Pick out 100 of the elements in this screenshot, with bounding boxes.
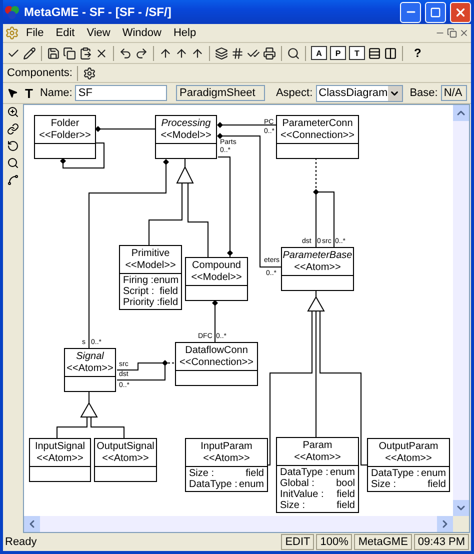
attribute-name: DataType :	[280, 467, 328, 478]
class-box[interactable]: ParameterConn <<Connection>>	[276, 115, 359, 159]
close-button[interactable]	[450, 2, 471, 22]
help-button[interactable]: ?	[414, 46, 422, 60]
attribute-type: bool	[336, 478, 355, 489]
attribute-type: field	[336, 489, 355, 500]
class-box[interactable]: InputParam <<Atom>> Size : field DataType : enum	[185, 438, 268, 492]
app-logo-icon	[4, 4, 20, 20]
class-box[interactable]: ParameterBase <<Atom>>	[281, 247, 354, 291]
class-box[interactable]: InputSignal <<Atom>>	[29, 438, 91, 482]
zoom-icon[interactable]	[7, 106, 19, 118]
copy-icon[interactable]	[63, 46, 76, 60]
class-box[interactable]: Compound <<Model>>	[185, 257, 248, 301]
aspect-button[interactable]: P	[330, 46, 346, 60]
attribute-type: enum	[330, 467, 355, 478]
class-name: Primitive	[131, 248, 170, 260]
class-name: Param	[302, 440, 332, 452]
attribute-name: Size :	[189, 468, 214, 479]
attribute-name: Priority :	[123, 297, 160, 308]
scroll-right-button[interactable]	[437, 516, 453, 532]
menu-item[interactable]: Help	[168, 27, 202, 39]
class-stereotype: <<Model>>	[191, 272, 242, 284]
pointer-icon[interactable]	[7, 87, 18, 99]
rows-icon[interactable]	[368, 46, 381, 60]
status-message: Ready	[5, 536, 38, 548]
status-pane: EDIT	[281, 534, 314, 550]
columns-icon[interactable]	[384, 46, 397, 60]
paste-icon[interactable]	[79, 46, 92, 60]
close-icon[interactable]	[459, 28, 469, 38]
menu-item[interactable]: Window	[117, 27, 166, 39]
class-name: OutputParam	[378, 441, 438, 453]
name-label: Name:	[40, 87, 72, 99]
menu-item[interactable]: File	[21, 27, 49, 39]
name-field[interactable]: SF	[75, 85, 168, 101]
class-box[interactable]: Folder <<Folder>>	[34, 115, 96, 159]
association-line	[212, 300, 218, 342]
association-line	[95, 126, 156, 132]
attribute-type: enum	[154, 275, 179, 286]
class-stereotype: <<Atom>>	[66, 363, 114, 375]
class-box[interactable]: DataflowConn <<Connection>>	[175, 342, 258, 386]
scroll-down-button[interactable]	[453, 500, 469, 516]
class-box[interactable]: OutputSignal <<Atom>>	[94, 438, 157, 482]
class-box[interactable]: Primitive <<Model>> Firing :enum Script : field Priority :field	[119, 245, 182, 310]
maximize-button[interactable]	[425, 2, 446, 22]
check-icon[interactable]	[247, 46, 260, 60]
vertical-scrollbar[interactable]	[453, 105, 469, 516]
class-box[interactable]: Processing <<Model>>	[155, 115, 217, 159]
class-stereotype: <<Connection>>	[280, 130, 354, 142]
class-name: InputParam	[200, 441, 252, 453]
class-box[interactable]: Param <<Atom>> DataType : enum Global : bool InitValue : field Size : field	[276, 437, 359, 513]
class-stereotype: <<Model>>	[125, 260, 176, 272]
gear-icon[interactable]	[83, 66, 96, 80]
redo-icon[interactable]	[135, 46, 148, 60]
attribute-type: field	[336, 500, 355, 511]
menu-item[interactable]: Edit	[50, 27, 80, 39]
class-stereotype: <<Atom>>	[385, 453, 432, 465]
aspect-button[interactable]: T	[349, 46, 365, 60]
up-arrow-icon[interactable]	[175, 46, 188, 60]
scroll-left-button[interactable]	[24, 516, 40, 532]
check-icon[interactable]	[7, 46, 20, 60]
undo-icon[interactable]	[119, 46, 132, 60]
class-box[interactable]: OutputParam <<Atom>> DataType : enum Size : field	[367, 438, 450, 492]
delete-icon[interactable]	[95, 46, 108, 60]
class-stereotype: <<Model>>	[160, 130, 212, 142]
connect-icon[interactable]	[7, 123, 19, 135]
status-pane: 09:43 PM	[414, 534, 469, 550]
attribute-type: field	[160, 297, 178, 308]
layers-icon[interactable]	[215, 46, 228, 60]
class-name: Processing	[161, 118, 211, 130]
class-name: Folder	[50, 118, 80, 130]
class-stereotype: <<Folder>>	[39, 130, 91, 142]
minimize-button[interactable]	[400, 2, 421, 22]
status-pane: 100%	[316, 534, 352, 550]
search-icon[interactable]	[287, 46, 300, 60]
up-arrow-icon[interactable]	[191, 46, 204, 60]
scroll-up-button[interactable]	[453, 105, 469, 121]
attribute-type: enum	[420, 468, 446, 479]
hash-icon[interactable]	[231, 46, 244, 60]
rotate-icon[interactable]	[7, 140, 19, 152]
window-title: MetaGME - SF - [SF - /SF/]	[24, 5, 172, 19]
restore-icon[interactable]	[447, 28, 457, 38]
save-icon[interactable]	[47, 46, 60, 60]
class-stereotype: <<Atom>>	[203, 453, 250, 465]
search-icon[interactable]	[7, 157, 19, 169]
class-name: ParameterConn	[282, 118, 353, 130]
class-stereotype: <<Atom>>	[36, 453, 84, 465]
up-arrow-icon[interactable]	[159, 46, 172, 60]
curve-icon[interactable]	[7, 174, 19, 186]
horizontal-scrollbar[interactable]	[24, 516, 453, 532]
text-tool-button[interactable]: T	[25, 86, 33, 100]
class-box[interactable]: Signal <<Atom>>	[64, 348, 116, 392]
class-stereotype: <<Atom>>	[294, 262, 341, 274]
class-stereotype: <<Atom>>	[102, 453, 149, 465]
pencil-icon[interactable]	[23, 46, 36, 60]
printer-icon[interactable]	[263, 46, 276, 60]
class-name: DataflowConn	[185, 345, 248, 357]
aspect-dropdown[interactable]: ClassDiagram	[316, 84, 403, 102]
menu-item[interactable]: View	[82, 27, 116, 39]
aspect-button[interactable]: A	[311, 46, 327, 60]
aspect-label: Aspect:	[276, 87, 313, 99]
